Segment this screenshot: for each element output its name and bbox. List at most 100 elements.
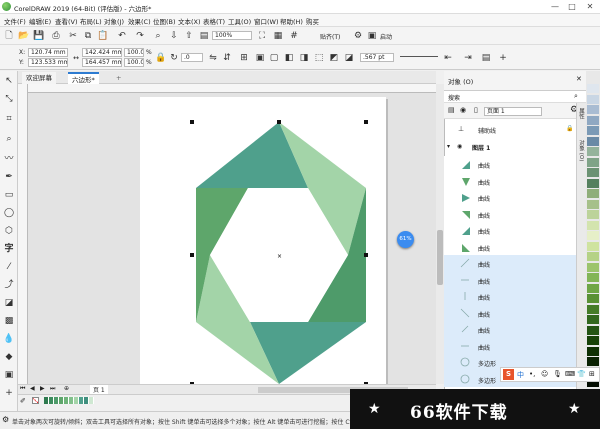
ime-punct-icon[interactable]: •,	[529, 370, 535, 378]
object-list-item[interactable]: 曲线	[444, 321, 576, 338]
palette-color-swatch[interactable]	[587, 241, 599, 251]
object-list-item[interactable]: 曲线	[444, 222, 576, 239]
object-thumbnail-icon	[460, 341, 470, 351]
object-thumbnail-icon	[460, 291, 470, 301]
object-list-item[interactable]: 曲线	[444, 189, 576, 206]
palette-color-swatch[interactable]	[587, 283, 599, 293]
first-page-icon[interactable]: ⏮	[20, 385, 25, 393]
object-name: 曲线	[478, 245, 491, 253]
object-list-item[interactable]: 曲线	[444, 172, 576, 189]
object-list-item[interactable]: 曲线	[444, 304, 576, 321]
palette-color-swatch[interactable]	[587, 315, 599, 324]
palette-color-swatch[interactable]	[587, 357, 599, 366]
palette-color-swatch[interactable]	[587, 168, 599, 177]
object-thumbnail-icon	[460, 308, 470, 318]
object-name: 曲线	[478, 179, 491, 187]
no-color-swatch[interactable]	[32, 397, 39, 404]
ime-emoji-icon[interactable]: ☺	[541, 370, 548, 378]
palette-color-swatch[interactable]	[587, 115, 599, 125]
prev-page-icon[interactable]: ◀	[30, 385, 35, 392]
palette-color-swatch[interactable]	[587, 220, 599, 230]
palette-color-swatch[interactable]	[587, 336, 599, 345]
selection-handle[interactable]	[190, 253, 194, 257]
fill-eyedropper-icon[interactable]: ✐	[20, 397, 26, 405]
object-name: 多边形	[478, 377, 497, 385]
object-name: 曲线	[478, 262, 491, 269]
visibility-eye-icon[interactable]: ◉	[457, 143, 462, 150]
palette-color-swatch[interactable]	[587, 199, 599, 209]
guides-lock-icon[interactable]: 🔒	[566, 125, 573, 132]
ime-skin-icon[interactable]: 👕	[577, 370, 586, 378]
palette-swatch[interactable]	[89, 397, 94, 404]
layer-row[interactable]: ▾ ◉ 图层 1	[444, 139, 576, 156]
center-marker-icon: ×	[277, 253, 282, 260]
guides-row[interactable]: ⊥ 辅助线 🔒	[444, 121, 576, 138]
object-list-item[interactable]: 曲线	[444, 337, 576, 354]
object-list-item[interactable]: 曲线	[444, 205, 576, 222]
object-name: 多边形	[478, 361, 497, 368]
page-icon[interactable]: ▯	[474, 106, 478, 114]
object-thumbnail-icon	[460, 357, 470, 367]
docker-close-icon[interactable]: ✕	[576, 75, 582, 83]
selection-handle[interactable]	[190, 120, 194, 124]
palette-color-swatch[interactable]	[587, 262, 599, 272]
objects-docker-header: 对象 (O) ✕	[444, 71, 586, 91]
palette-color-swatch[interactable]	[587, 157, 599, 167]
palette-color-swatch[interactable]	[587, 294, 599, 303]
object-name: 曲线	[478, 328, 491, 335]
ime-mode-label[interactable]: 中	[517, 370, 524, 380]
selection-handle[interactable]	[277, 120, 281, 124]
object-list-item[interactable]: 曲线	[444, 156, 576, 173]
objects-search-input[interactable]: 搜索	[448, 93, 460, 102]
palette-color-swatch[interactable]	[587, 304, 599, 314]
palette-color-swatch[interactable]	[587, 325, 599, 335]
object-name: 曲线	[478, 196, 491, 203]
page-dropdown[interactable]: 页面 1	[484, 107, 542, 116]
palette-color-swatch[interactable]	[587, 273, 599, 282]
status-gear-icon[interactable]: ⚙	[2, 415, 9, 424]
palette-color-swatch[interactable]	[587, 147, 599, 156]
object-thumbnail-icon	[460, 159, 470, 169]
palette-color-swatch[interactable]	[587, 231, 599, 240]
ime-tools-icon[interactable]: ⊞	[589, 370, 595, 378]
palette-color-swatch[interactable]	[587, 252, 599, 261]
last-page-icon[interactable]: ⏭	[50, 385, 55, 393]
side-tab-properties[interactable]: 属性	[577, 108, 585, 119]
watermark-star-right: ★	[568, 401, 581, 417]
search-icon[interactable]: ⌕	[574, 92, 578, 101]
palette-color-swatch[interactable]	[587, 346, 599, 356]
palette-color-swatch[interactable]	[587, 126, 599, 135]
palette-color-swatch[interactable]	[587, 84, 599, 93]
object-list-item[interactable]: 曲线	[444, 255, 576, 272]
palette-color-swatch[interactable]	[587, 105, 599, 114]
object-thumbnail-icon	[460, 176, 470, 186]
selection-handle[interactable]	[364, 253, 368, 257]
palette-color-swatch[interactable]	[587, 94, 599, 104]
ime-toolbar: S 中 •, ☺ 🎙 ⌨ 👕 ⊞	[500, 367, 600, 382]
palette-color-swatch[interactable]	[587, 178, 599, 188]
object-list-item[interactable]: 曲线	[444, 271, 576, 288]
floating-percent-button[interactable]: 61%	[397, 231, 414, 248]
sogou-ime-icon[interactable]: S	[503, 369, 514, 380]
layer-name: 图层 1	[472, 145, 491, 152]
object-thumbnail-icon	[460, 258, 470, 268]
expand-chevron-icon[interactable]: ▾	[447, 143, 450, 150]
layer-manager-icon[interactable]: ▤	[448, 106, 455, 114]
vertical-scroll-thumb[interactable]	[437, 230, 443, 285]
add-page-icon[interactable]: ⊕	[64, 385, 69, 392]
palette-color-swatch[interactable]	[587, 136, 599, 146]
palette-color-swatch[interactable]	[587, 189, 599, 198]
object-list-item[interactable]: 曲线	[444, 288, 576, 305]
object-name: 曲线	[478, 278, 491, 286]
ime-mic-icon[interactable]: 🎙	[553, 370, 562, 378]
object-thumbnail-icon	[460, 374, 470, 384]
objects-search-bar: 搜索 ⌕	[444, 91, 586, 103]
side-tab-objects[interactable]: 对象 (O)	[577, 140, 585, 161]
object-list-item[interactable]: 曲线	[444, 238, 576, 255]
palette-color-swatch[interactable]	[587, 210, 599, 219]
next-page-icon[interactable]: ▶	[40, 385, 45, 392]
ime-keyboard-icon[interactable]: ⌨	[565, 370, 575, 378]
selection-handle[interactable]	[364, 120, 368, 124]
view-icon[interactable]: ◉	[460, 106, 466, 114]
object-thumbnail-icon	[460, 225, 470, 235]
